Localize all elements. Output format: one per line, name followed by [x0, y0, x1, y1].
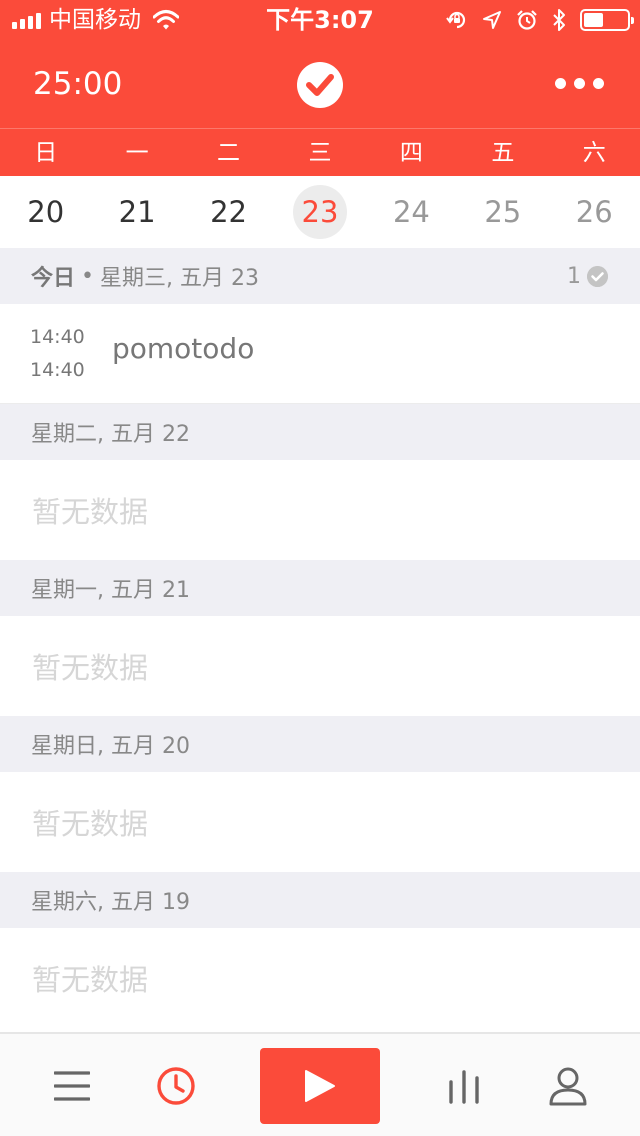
alarm-icon [517, 10, 537, 30]
date-cell[interactable]: 25 [457, 176, 548, 248]
section-date: 星期一, 五月 21 [31, 578, 190, 603]
section-header: 星期二, 五月 22 [0, 404, 640, 460]
weekday-label: 三 [308, 140, 332, 166]
stats-bars-icon[interactable] [432, 1034, 496, 1136]
entry-start-time: 14:40 [30, 326, 85, 348]
check-badge-icon [587, 265, 608, 287]
empty-placeholder: 暂无数据 [0, 616, 640, 716]
tab-bar [0, 1032, 640, 1136]
date-number: 24 [392, 195, 430, 229]
empty-placeholder: 暂无数据 [0, 460, 640, 560]
date-number: 26 [575, 195, 613, 229]
weekday-label: 日 [34, 140, 58, 166]
play-icon [305, 1070, 335, 1102]
today-label: 今日 [31, 266, 76, 291]
date-number: 20 [27, 195, 65, 229]
rotation-lock-icon [446, 11, 466, 29]
status-bar: 中国移动 下午3:07 [0, 0, 640, 40]
date-cell[interactable]: 20 [0, 176, 91, 248]
section-date: 星期日, 五月 20 [31, 734, 190, 759]
empty-placeholder: 暂无数据 [0, 772, 640, 872]
date-cell[interactable]: 26 [549, 176, 640, 248]
weekday-label: 六 [582, 140, 606, 166]
date-number-today: 23 [292, 185, 347, 239]
date-number: 25 [484, 195, 522, 229]
empty-placeholder: 暂无数据 [0, 928, 640, 1028]
date-strip: 20 21 22 23 24 25 26 [0, 176, 640, 248]
date-cell-selected[interactable]: 23 [274, 176, 365, 248]
section-header: 星期六, 五月 19 [0, 872, 640, 928]
bluetooth-icon [553, 9, 565, 31]
weekday-row: 日 一 二 三 四 五 六 [0, 128, 640, 176]
section-date: 星期二, 五月 22 [31, 422, 190, 447]
date-cell[interactable]: 22 [183, 176, 274, 248]
date-cell[interactable]: 24 [366, 176, 457, 248]
date-number: 21 [118, 195, 156, 229]
section-header-today: 今日 • 星期三, 五月 23 1 [0, 248, 640, 304]
more-dots-icon[interactable] [555, 78, 604, 89]
nav-bar: 25:00 [0, 40, 640, 128]
weekday-label: 一 [125, 140, 149, 166]
history-list[interactable]: 今日 • 星期三, 五月 23 1 14:40 14:40 pomotodo 星… [0, 248, 640, 1028]
pomodoro-timer[interactable]: 25:00 [33, 40, 122, 128]
location-icon [483, 11, 501, 29]
header: 中国移动 下午3:07 25:00 日 一 二 三 四 五 六 [0, 0, 640, 176]
weekday-label: 五 [491, 140, 515, 166]
battery-level [584, 13, 603, 27]
section-date: 星期六, 五月 19 [31, 890, 190, 915]
history-clock-icon[interactable] [144, 1034, 208, 1136]
status-bar-right [446, 6, 634, 34]
profile-icon[interactable] [536, 1034, 600, 1136]
play-button[interactable] [260, 1048, 380, 1124]
weekday-label: 四 [399, 140, 423, 166]
separator-dot: • [81, 263, 94, 289]
pomodoro-entry[interactable]: 14:40 14:40 pomotodo [0, 304, 640, 404]
menu-icon[interactable] [40, 1034, 104, 1136]
section-header: 星期一, 五月 21 [0, 560, 640, 616]
section-date: 星期三, 五月 23 [100, 266, 259, 291]
entry-end-time: 14:40 [30, 359, 85, 381]
date-number: 22 [210, 195, 247, 229]
weekday-label: 二 [217, 140, 241, 166]
checkmark-circle-icon[interactable] [297, 62, 343, 108]
date-cell[interactable]: 21 [91, 176, 182, 248]
completed-count-value: 1 [567, 263, 581, 289]
battery-icon [580, 9, 634, 31]
section-header: 星期日, 五月 20 [0, 716, 640, 772]
entry-title: pomotodo [112, 332, 255, 365]
completed-count: 1 [567, 248, 608, 304]
